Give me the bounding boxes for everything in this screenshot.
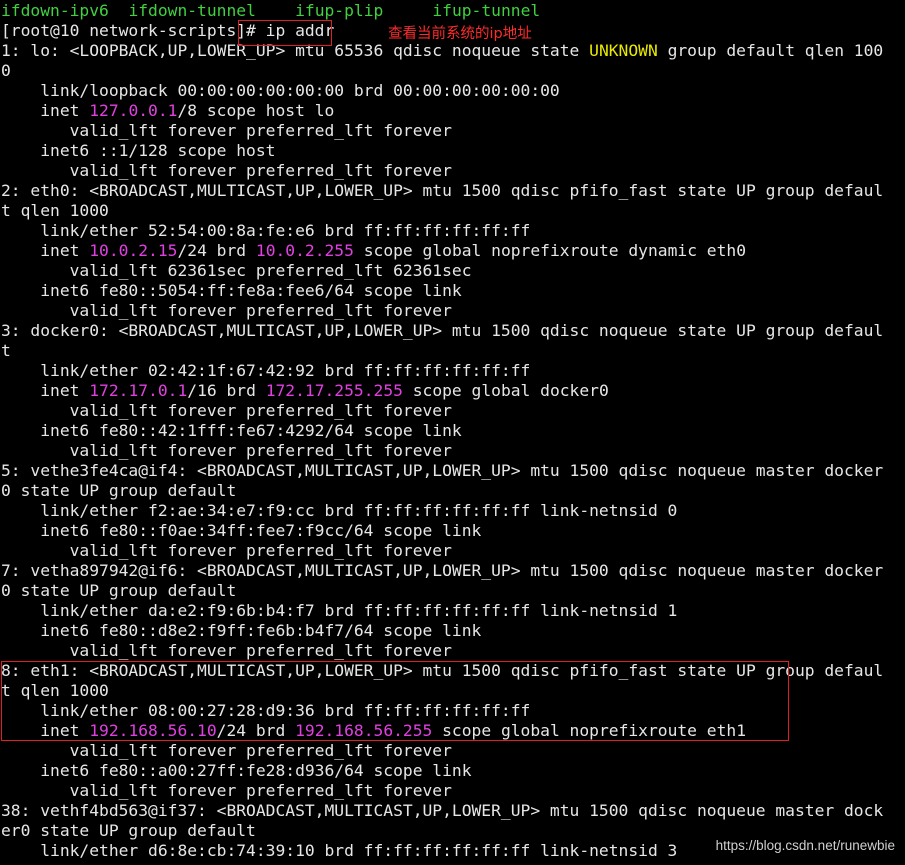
terminal-text: valid_lft 62361sec preferred_lft 62361se… (1, 261, 472, 280)
terminal-line: valid_lft forever preferred_lft forever (1, 781, 904, 801)
terminal-text: valid_lft forever preferred_lft forever (1, 121, 452, 140)
terminal-text: valid_lft forever preferred_lft forever (1, 781, 452, 800)
terminal-line: 7: vetha897942@if6: <BROADCAST,MULTICAST… (1, 561, 904, 581)
terminal-text: valid_lft forever preferred_lft forever (1, 401, 452, 420)
terminal-text: inet (1, 101, 90, 120)
terminal-text: inet (1, 241, 90, 260)
terminal-text: 2: eth0: <BROADCAST,MULTICAST,UP,LOWER_U… (1, 181, 884, 200)
terminal-text: valid_lft forever preferred_lft forever (1, 641, 452, 660)
terminal-text: 0 state UP group default (1, 481, 237, 500)
terminal-text: 7: vetha897942@if6: <BROADCAST,MULTICAST… (1, 561, 884, 580)
terminal-line: valid_lft forever preferred_lft forever (1, 121, 904, 141)
terminal-text: /16 brd (187, 381, 266, 400)
terminal-line: ifdown-ipv6 ifdown-tunnel ifup-plip ifup… (1, 1, 904, 21)
terminal-text: link/ether da:e2:f9:6b:b4:f7 brd ff:ff:f… (1, 601, 678, 620)
terminal-line: t qlen 1000 (1, 201, 904, 221)
terminal-text: valid_lft forever preferred_lft forever (1, 741, 452, 760)
terminal-line: inet 127.0.0.1/8 scope host lo (1, 101, 904, 121)
terminal-line: link/ether 02:42:1f:67:42:92 brd ff:ff:f… (1, 361, 904, 381)
terminal-text: 5: vethe3fe4ca@if4: <BROADCAST,MULTICAST… (1, 461, 884, 480)
terminal-line: inet6 fe80::a00:27ff:fe28:d936/64 scope … (1, 761, 904, 781)
terminal-line: link/ether f2:ae:34:e7:f9:cc brd ff:ff:f… (1, 501, 904, 521)
terminal-text: valid_lft forever preferred_lft forever (1, 301, 452, 320)
terminal-line: link/loopback 00:00:00:00:00:00 brd 00:0… (1, 81, 904, 101)
terminal-text: valid_lft forever preferred_lft forever (1, 541, 452, 560)
terminal-text: 0 (1, 61, 11, 80)
terminal-line: 0 state UP group default (1, 481, 904, 501)
file-name-text: ifdown-ipv6 (1, 1, 129, 20)
annotation-note: 查看当前系统的ip地址 (388, 26, 532, 42)
terminal-text: inet6 fe80::a00:27ff:fe28:d936/64 scope … (1, 761, 472, 780)
terminal-line: inet 10.0.2.15/24 brd 10.0.2.255 scope g… (1, 241, 904, 261)
terminal-line: valid_lft forever preferred_lft forever (1, 741, 904, 761)
terminal-text: inet6 fe80::d8e2:f9ff:fe6b:b4f7/64 scope… (1, 621, 482, 640)
terminal-text: 3: docker0: <BROADCAST,MULTICAST,UP,LOWE… (1, 321, 884, 340)
terminal-line: valid_lft forever preferred_lft forever (1, 161, 904, 181)
terminal-line: 5: vethe3fe4ca@if4: <BROADCAST,MULTICAST… (1, 461, 904, 481)
terminal-text: /24 brd (177, 241, 256, 260)
terminal-line: 0 (1, 61, 904, 81)
terminal-line: valid_lft forever preferred_lft forever (1, 541, 904, 561)
terminal-line: inet6 ::1/128 scope host (1, 141, 904, 161)
terminal-text: inet6 ::1/128 scope host (1, 141, 276, 160)
terminal-text: 0 state UP group default (1, 581, 237, 600)
terminal-line: 1: lo: <LOOPBACK,UP,LOWER_UP> mtu 65536 … (1, 41, 904, 61)
terminal-text: 38: vethf4bd563@if37: <BROADCAST,MULTICA… (1, 801, 884, 820)
terminal-line: 38: vethf4bd563@if37: <BROADCAST,MULTICA… (1, 801, 904, 821)
terminal-line: valid_lft forever preferred_lft forever (1, 301, 904, 321)
ip-address-text: 10.0.2.15 (89, 241, 178, 260)
terminal-line: inet6 fe80::42:1fff:fe67:4292/64 scope l… (1, 421, 904, 441)
terminal-text: valid_lft forever preferred_lft forever (1, 161, 452, 180)
terminal-text: link/loopback 00:00:00:00:00:00 brd 00:0… (1, 81, 560, 100)
terminal-text: t (1, 341, 11, 360)
ip-address-text: 172.17.255.255 (265, 381, 403, 400)
terminal-line: 2: eth0: <BROADCAST,MULTICAST,UP,LOWER_U… (1, 181, 904, 201)
terminal-line: valid_lft forever preferred_lft forever (1, 441, 904, 461)
terminal-text: link/ether 52:54:00:8a:fe:e6 brd ff:ff:f… (1, 221, 531, 240)
terminal-text: group default qlen 100 (657, 41, 884, 60)
command-highlight-box (238, 20, 332, 46)
terminal-line: inet6 fe80::f0ae:34ff:fee7:f9cc/64 scope… (1, 521, 904, 541)
eth1-highlight-box (1, 661, 789, 741)
terminal-line: t (1, 341, 904, 361)
terminal-text: inet6 fe80::42:1fff:fe67:4292/64 scope l… (1, 421, 462, 440)
terminal-text: inet (1, 381, 90, 400)
terminal-text: link/ether f2:ae:34:e7:f9:cc brd ff:ff:f… (1, 501, 678, 520)
terminal-text: scope global docker0 (402, 381, 609, 400)
terminal-text: link/ether d6:8e:cb:74:39:10 brd ff:ff:f… (1, 841, 678, 860)
watermark: https://blog.csdn.net/runewbie (715, 838, 895, 853)
terminal-line: valid_lft forever preferred_lft forever (1, 641, 904, 661)
terminal-line: 0 state UP group default (1, 581, 904, 601)
terminal-text: /8 scope host lo (177, 101, 335, 120)
terminal-line: inet6 fe80::d8e2:f9ff:fe6b:b4f7/64 scope… (1, 621, 904, 641)
terminal-line: 3: docker0: <BROADCAST,MULTICAST,UP,LOWE… (1, 321, 904, 341)
ip-address-text: 172.17.0.1 (89, 381, 188, 400)
terminal-line: valid_lft forever preferred_lft forever (1, 401, 904, 421)
terminal-text: er0 state UP group default (1, 821, 256, 840)
terminal-text: valid_lft forever preferred_lft forever (1, 441, 452, 460)
file-name-text: ifdown-tunnel (128, 1, 256, 20)
file-name-text: ifup-tunnel (432, 1, 541, 20)
terminal-text: inet6 fe80::5054:ff:fe8a:fee6/64 scope l… (1, 281, 462, 300)
terminal-line: link/ether da:e2:f9:6b:b4:f7 brd ff:ff:f… (1, 601, 904, 621)
terminal-line: link/ether 52:54:00:8a:fe:e6 brd ff:ff:f… (1, 221, 904, 241)
terminal-line: inet 172.17.0.1/16 brd 172.17.255.255 sc… (1, 381, 904, 401)
terminal-line: valid_lft 62361sec preferred_lft 62361se… (1, 261, 904, 281)
terminal-text: link/ether 02:42:1f:67:42:92 brd ff:ff:f… (1, 361, 531, 380)
terminal-text: inet6 fe80::f0ae:34ff:fee7:f9cc/64 scope… (1, 521, 482, 540)
ip-address-text: 127.0.0.1 (89, 101, 178, 120)
state-unknown-text: UNKNOWN (589, 41, 658, 60)
terminal-text: t qlen 1000 (1, 201, 109, 220)
ip-address-text: 10.0.2.255 (255, 241, 354, 260)
file-name-text: ifup-plip (295, 1, 384, 20)
terminal-text: scope global noprefixroute dynamic eth0 (353, 241, 747, 260)
terminal-line: inet6 fe80::5054:ff:fe8a:fee6/64 scope l… (1, 281, 904, 301)
